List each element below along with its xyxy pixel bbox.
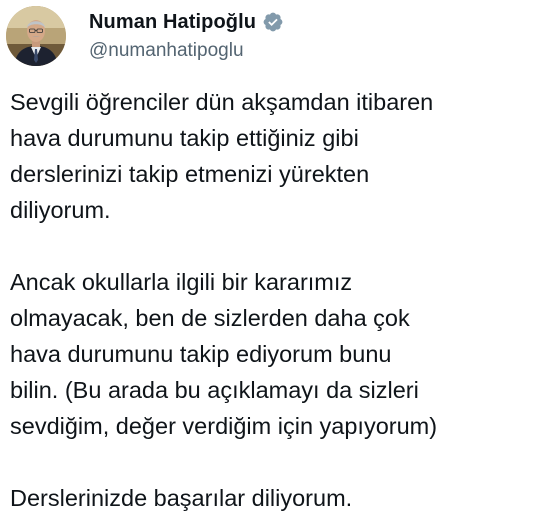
- tweet-header: Numan Hatipoğlu @numanhatipoglu: [6, 6, 284, 66]
- avatar[interactable]: [6, 6, 66, 66]
- name-row: Numan Hatipoğlu: [89, 8, 284, 36]
- handle[interactable]: @numanhatipoglu: [89, 38, 284, 64]
- tweet-paragraph-1: Sevgili öğrenciler dün akşamdan itibaren…: [10, 89, 434, 223]
- verified-badge-icon: [262, 11, 284, 33]
- tweet-text: Sevgili öğrenciler dün akşamdan itibaren…: [10, 84, 540, 516]
- tweet-paragraph-3: Derslerinizde başarılar diliyorum.: [10, 485, 353, 511]
- display-name[interactable]: Numan Hatipoğlu: [89, 11, 256, 34]
- author-info: Numan Hatipoğlu @numanhatipoglu: [89, 8, 284, 64]
- avatar-image: [6, 6, 66, 66]
- tweet-paragraph-2: Ancak okullarla ilgili bir kararımız olm…: [10, 269, 438, 439]
